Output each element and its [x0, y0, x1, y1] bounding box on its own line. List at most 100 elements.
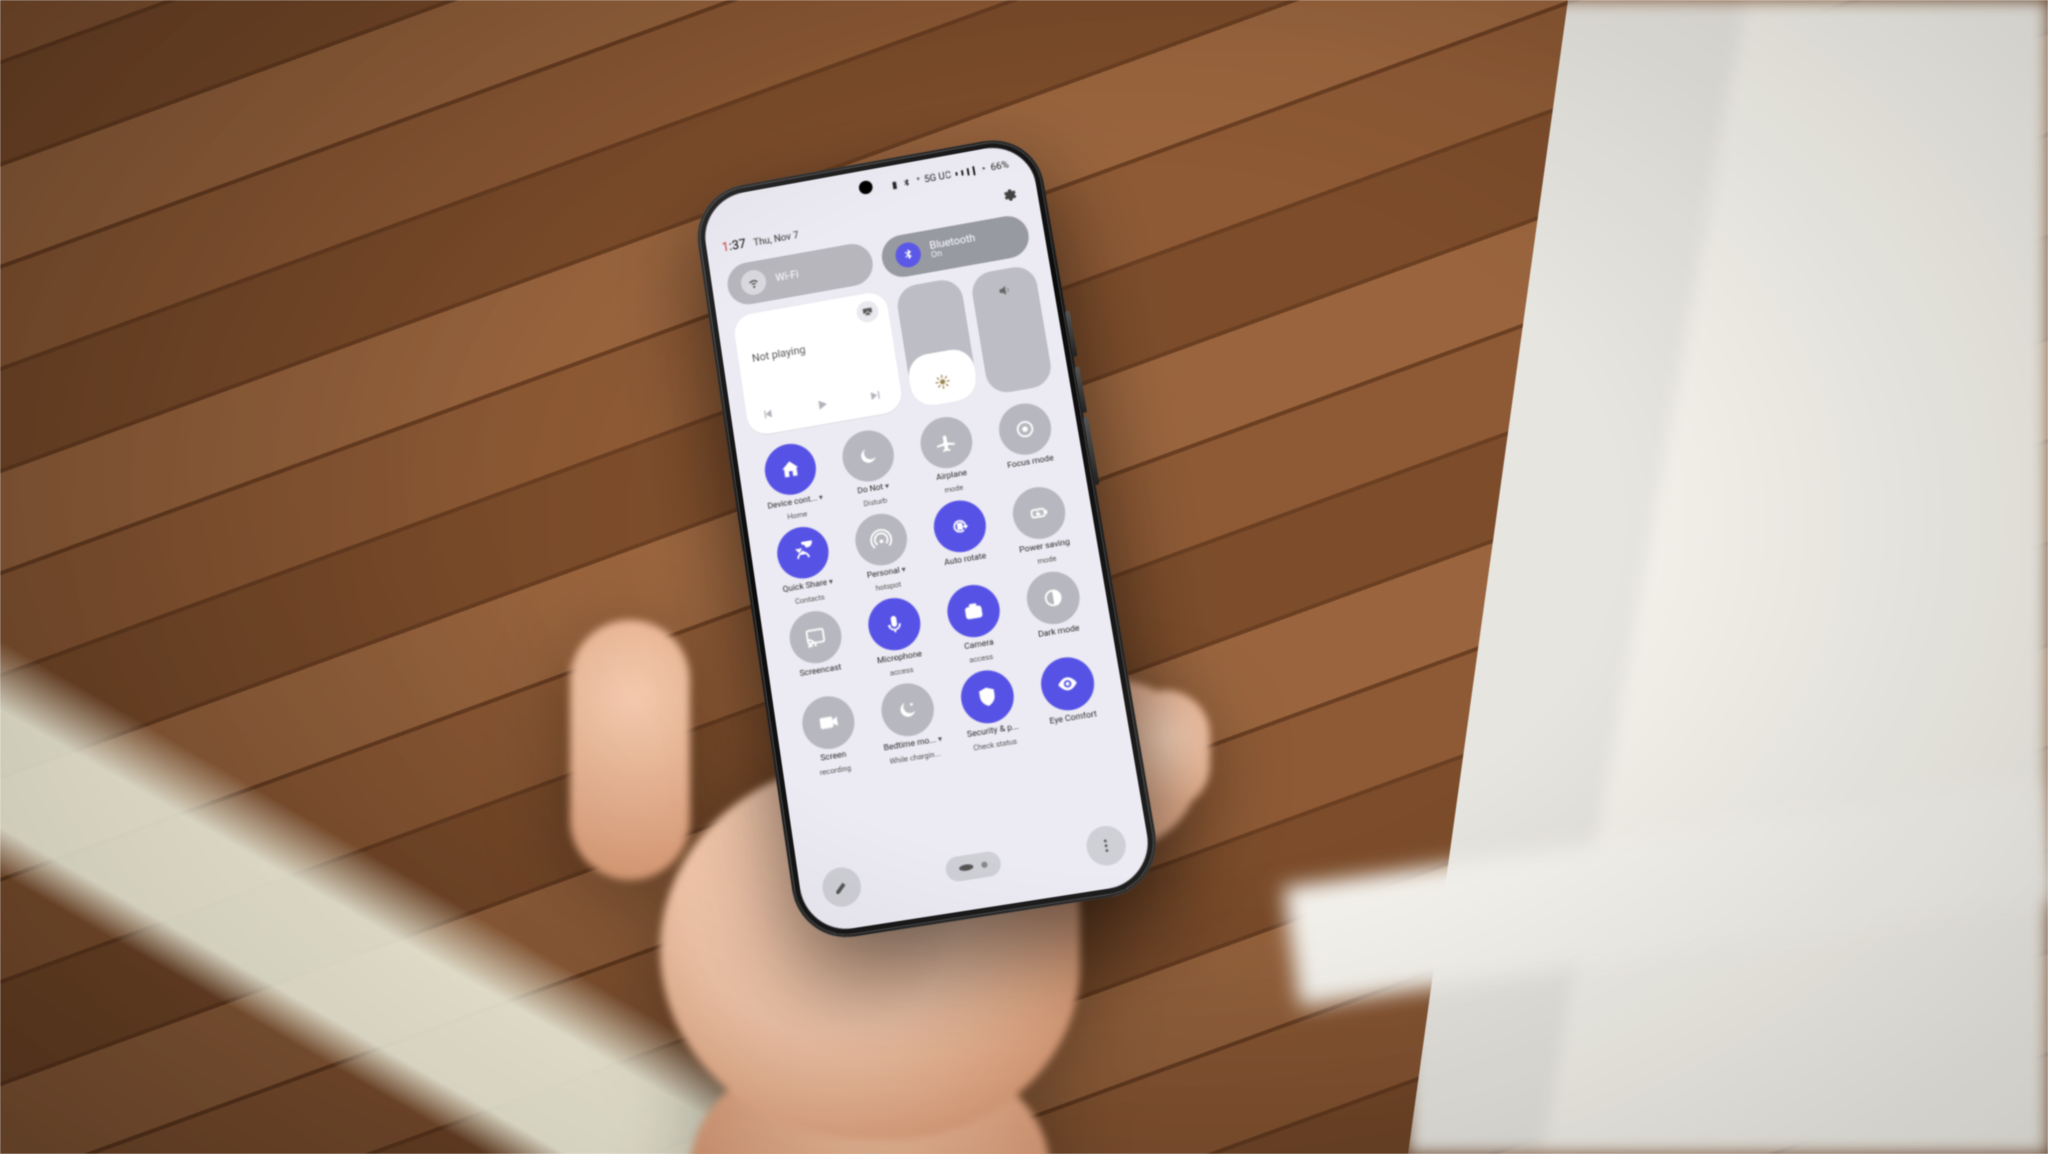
- tile-mic[interactable]: Microphoneaccess: [855, 592, 938, 681]
- tile-label: Security & p...: [966, 723, 1019, 740]
- hotspot-icon: [852, 510, 911, 569]
- battery-icon: ◔: [979, 163, 987, 174]
- tile-label: Quick Share▾: [782, 578, 833, 595]
- tile-label: Focus mode: [1007, 454, 1055, 471]
- time-hour: 1: [721, 240, 730, 255]
- screen: ▮ ⁺5G UC ◔ 66% 1:37 Thu, Nov 7: [699, 141, 1155, 936]
- clock-date[interactable]: 1:37 Thu, Nov 7: [721, 226, 800, 255]
- more-button[interactable]: [1084, 823, 1129, 868]
- media-next-button[interactable]: [867, 388, 883, 404]
- home-icon: [761, 440, 819, 499]
- phone: ▮ ⁺5G UC ◔ 66% 1:37 Thu, Nov 7: [682, 122, 1158, 939]
- tile-bedtime[interactable]: Bedtime mo...▾While chargin...: [868, 678, 952, 768]
- tile-dnd[interactable]: Do Not▾Disturb: [829, 425, 911, 512]
- record-icon: [799, 692, 858, 752]
- tile-label: Device cont...▾: [767, 494, 824, 512]
- media-card[interactable]: Not playing: [732, 290, 904, 437]
- media-not-playing: Not playing: [751, 330, 879, 365]
- wifi-label: Wi-Fi: [775, 269, 800, 284]
- panel-header: 1:37 Thu, Nov 7: [720, 181, 1024, 259]
- tile-label: Do Not▾: [857, 482, 890, 496]
- tile-sublabel: Check status: [973, 736, 1018, 752]
- settings-button[interactable]: [994, 181, 1023, 210]
- volume-down-button[interactable]: [1074, 366, 1087, 413]
- tile-camera[interactable]: Cameraaccess: [934, 579, 1018, 668]
- focus-icon: [995, 400, 1055, 459]
- tile-label: Screen: [820, 750, 847, 763]
- front-camera: [858, 180, 873, 195]
- wifi-icon: [739, 268, 767, 297]
- wifi-tile[interactable]: Wi-Fi: [725, 241, 876, 308]
- play-icon: [813, 396, 831, 414]
- bluetooth-tile[interactable]: Bluetooth On: [879, 213, 1032, 281]
- airplane-icon: [917, 413, 976, 472]
- volume-icon: [996, 281, 1014, 299]
- tile-sublabel: mode: [1037, 554, 1057, 566]
- eye-icon: [1037, 653, 1098, 714]
- next-icon: [867, 388, 883, 404]
- tile-label: Microphone: [877, 650, 923, 666]
- bluetooth-label: Bluetooth: [929, 232, 976, 252]
- gear-icon: [1000, 186, 1018, 204]
- vibrate-icon: ▮: [891, 179, 898, 190]
- power-button[interactable]: [1083, 416, 1100, 485]
- battery-icon: [1009, 483, 1069, 543]
- tile-label: Airplane: [936, 469, 968, 483]
- rotate-icon: [930, 496, 990, 556]
- chevron-down-icon: ▾: [937, 735, 942, 744]
- tile-label: Screencast: [799, 663, 842, 679]
- tile-dark[interactable]: Dark mode: [1013, 566, 1098, 655]
- previous-icon: [761, 406, 776, 422]
- tile-powersave[interactable]: Power savingmode: [999, 481, 1083, 570]
- share-icon: [774, 523, 832, 582]
- tile-eyecomfort[interactable]: Eye Comfort: [1027, 652, 1113, 742]
- tile-device-control[interactable]: Device cont...▾Home: [752, 438, 833, 525]
- more-vertical-icon: [1097, 836, 1116, 855]
- background-cabinet: [1408, 0, 2048, 1154]
- media-prev-button[interactable]: [761, 406, 776, 422]
- tile-label: Camera: [964, 638, 995, 652]
- tile-hotspot[interactable]: Personal▾hotspot: [842, 508, 925, 596]
- tiles-grid: Device cont...▾HomeDo Not▾DisturbAirplan…: [752, 398, 1113, 780]
- tile-autorotate[interactable]: Auto rotate: [920, 495, 1003, 583]
- bedtime-icon: [878, 679, 938, 739]
- date: Thu, Nov 7: [753, 230, 800, 248]
- tile-quick-share[interactable]: Quick Share▾Contacts: [764, 521, 846, 609]
- media-sliders-row: Not playing: [732, 264, 1054, 437]
- camera-icon: [944, 581, 1004, 641]
- chevron-down-icon: ▾: [818, 494, 823, 502]
- tile-airplane[interactable]: Airplanemode: [907, 411, 990, 499]
- brightness-slider[interactable]: [895, 277, 979, 409]
- brightness-fill: [906, 347, 979, 409]
- chevron-down-icon: ▾: [884, 482, 889, 490]
- tile-sublabel: access: [969, 652, 994, 665]
- quick-settings-content: Wi-Fi Bluetooth On: [725, 213, 1136, 917]
- bluetooth-icon: [894, 240, 923, 269]
- volume-up-button[interactable]: [1065, 310, 1078, 357]
- connectivity-row: Wi-Fi Bluetooth On: [725, 213, 1032, 308]
- tile-screencast[interactable]: Screencast: [776, 605, 858, 694]
- media-output-button[interactable]: [856, 299, 881, 324]
- mic-icon: [865, 594, 924, 654]
- photo-background: ▮ ⁺5G UC ◔ 66% 1:37 Thu, Nov 7: [0, 0, 2048, 1154]
- airplay-icon: [861, 305, 874, 318]
- shield-icon: [957, 666, 1017, 727]
- media-play-button[interactable]: [813, 396, 831, 414]
- tile-screenrec[interactable]: Screenrecording: [789, 691, 872, 781]
- panel-footer: [814, 822, 1135, 910]
- volume-slider[interactable]: [969, 264, 1054, 396]
- tile-sublabel: hotspot: [875, 579, 902, 592]
- tile-sublabel: access: [889, 665, 914, 678]
- tile-focus[interactable]: Focus mode: [985, 398, 1069, 486]
- bluetooth-status-icon: [901, 177, 912, 188]
- tile-label: Power saving: [1019, 538, 1071, 555]
- battery-percent: 66%: [990, 159, 1010, 173]
- tile-sublabel: While chargin...: [889, 749, 941, 766]
- tile-label: Eye Comfort: [1049, 710, 1098, 727]
- tile-security[interactable]: Security & p...Check status: [947, 665, 1032, 755]
- page-indicator[interactable]: [944, 850, 1002, 883]
- edit-tiles-button[interactable]: [820, 865, 864, 910]
- moon-icon: [839, 427, 898, 486]
- chevron-down-icon: ▾: [901, 566, 906, 575]
- tile-sublabel: Contacts: [794, 592, 825, 606]
